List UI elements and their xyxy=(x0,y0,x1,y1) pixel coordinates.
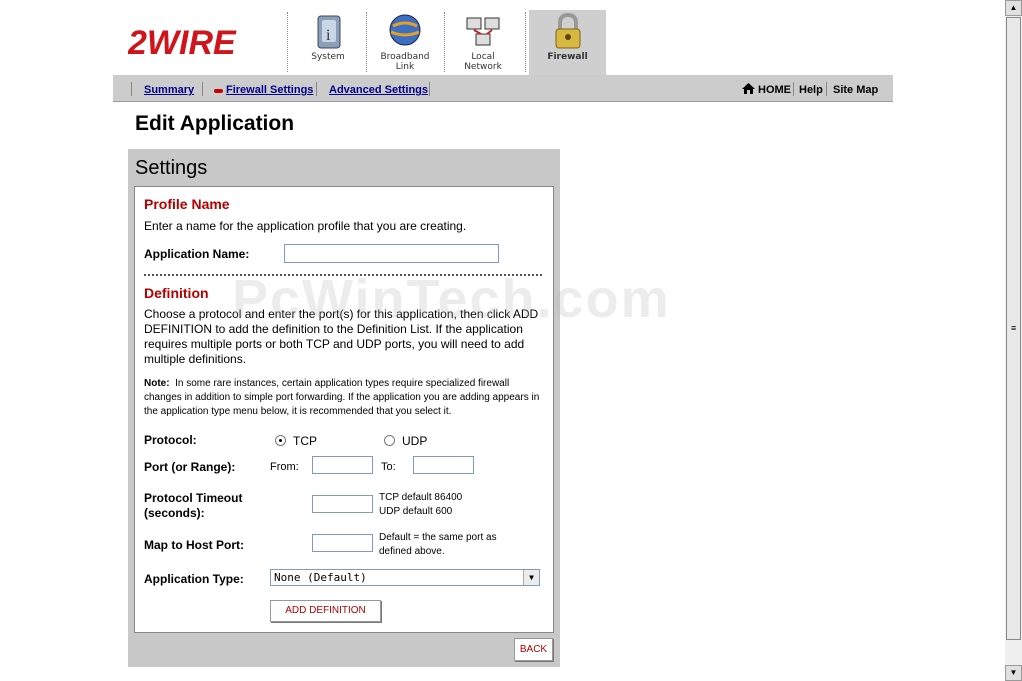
tab-label: Firewall xyxy=(547,52,588,62)
svg-text:i: i xyxy=(326,27,331,44)
firewall-settings-link[interactable]: Firewall Settings xyxy=(226,84,313,96)
grip-icon: ≡ xyxy=(1011,323,1017,333)
note-label: Note: xyxy=(144,378,170,389)
home-link[interactable]: HOME xyxy=(758,84,791,96)
profile-name-heading: Profile Name xyxy=(144,196,230,212)
protocol-label: Protocol: xyxy=(144,433,197,447)
system-icon: i xyxy=(317,15,341,49)
to-label: To: xyxy=(381,461,396,473)
nav-divider xyxy=(525,12,526,72)
application-type-label: Application Type: xyxy=(144,572,244,586)
map-host-port-hint: Default = the same port as defined above… xyxy=(379,532,497,557)
add-definition-button[interactable]: ADD DEFINITION xyxy=(270,600,381,622)
watermark: PcWinTech.com xyxy=(232,269,671,329)
selected-application-type: None (Default) xyxy=(274,571,367,584)
svg-text:2WIRE: 2WIRE xyxy=(128,24,237,60)
port-from-input[interactable] xyxy=(312,456,373,474)
settings-panel: Settings Profile Name Enter a name for t… xyxy=(128,149,560,667)
separator xyxy=(429,82,430,96)
application-name-input[interactable] xyxy=(284,244,499,263)
separator xyxy=(202,82,203,96)
separator xyxy=(793,82,794,96)
lock-icon xyxy=(555,12,580,49)
summary-link[interactable]: Summary xyxy=(144,84,194,96)
page-title: Edit Application xyxy=(135,112,295,135)
dropdown-arrow-icon: ▼ xyxy=(523,570,539,585)
tab-firewall[interactable]: Firewall xyxy=(529,10,606,75)
advanced-settings-link[interactable]: Advanced Settings xyxy=(329,84,428,96)
scroll-thumb[interactable]: ≡ xyxy=(1006,17,1021,640)
tab-local-network[interactable]: Local Network xyxy=(445,10,521,74)
help-link[interactable]: Help xyxy=(799,84,823,96)
udp-radio[interactable] xyxy=(384,435,395,446)
separator xyxy=(131,82,132,96)
separator xyxy=(316,82,317,96)
protocol-timeout-input[interactable] xyxy=(312,495,373,513)
tcp-label: TCP xyxy=(293,434,317,448)
globe-icon xyxy=(389,14,421,46)
definition-heading: Definition xyxy=(144,285,209,301)
map-host-port-label: Map to Host Port: xyxy=(144,538,244,552)
current-indicator xyxy=(214,89,223,93)
scroll-up-icon[interactable]: ▲ xyxy=(1005,0,1022,16)
nav-divider xyxy=(287,12,288,72)
tab-label: Local Network xyxy=(464,52,502,72)
note-text: In some rare instances, certain applicat… xyxy=(144,378,540,417)
application-name-label: Application Name: xyxy=(144,247,250,261)
note-paragraph: Note: In some rare instances, certain ap… xyxy=(144,377,546,419)
home-icon xyxy=(742,83,755,94)
map-host-port-input[interactable] xyxy=(312,534,373,552)
settings-form: Profile Name Enter a name for the applic… xyxy=(134,186,554,633)
profile-description: Enter a name for the application profile… xyxy=(144,219,467,233)
port-range-label: Port (or Range): xyxy=(144,460,236,474)
tab-system[interactable]: i System xyxy=(290,10,366,74)
application-type-select[interactable]: None (Default) ▼ xyxy=(270,569,540,586)
protocol-timeout-label: Protocol Timeout (seconds): xyxy=(144,491,243,520)
tab-broadband-link[interactable]: Broadband Link xyxy=(367,10,443,74)
separator xyxy=(826,82,827,96)
2wire-logo: 2WIRE xyxy=(128,24,237,60)
sub-navigation: Summary Firewall Settings Advanced Setti… xyxy=(113,75,893,102)
tcp-default-text: TCP default 86400 xyxy=(379,492,463,503)
udp-label: UDP xyxy=(402,434,428,448)
tab-label: System xyxy=(311,52,345,62)
scroll-down-icon[interactable]: ▼ xyxy=(1005,665,1022,681)
udp-default-text: UDP default 600 xyxy=(379,506,453,517)
back-button[interactable]: BACK xyxy=(514,638,553,661)
tab-label: Broadband Link xyxy=(380,52,430,72)
from-label: From: xyxy=(270,461,299,473)
site-map-link[interactable]: Site Map xyxy=(833,84,878,96)
network-icon xyxy=(466,17,500,46)
port-to-input[interactable] xyxy=(413,456,474,474)
vertical-scrollbar[interactable]: ▲ ≡ ▼ xyxy=(1005,0,1022,681)
tcp-radio[interactable] xyxy=(275,435,286,446)
panel-title: Settings xyxy=(135,157,208,179)
